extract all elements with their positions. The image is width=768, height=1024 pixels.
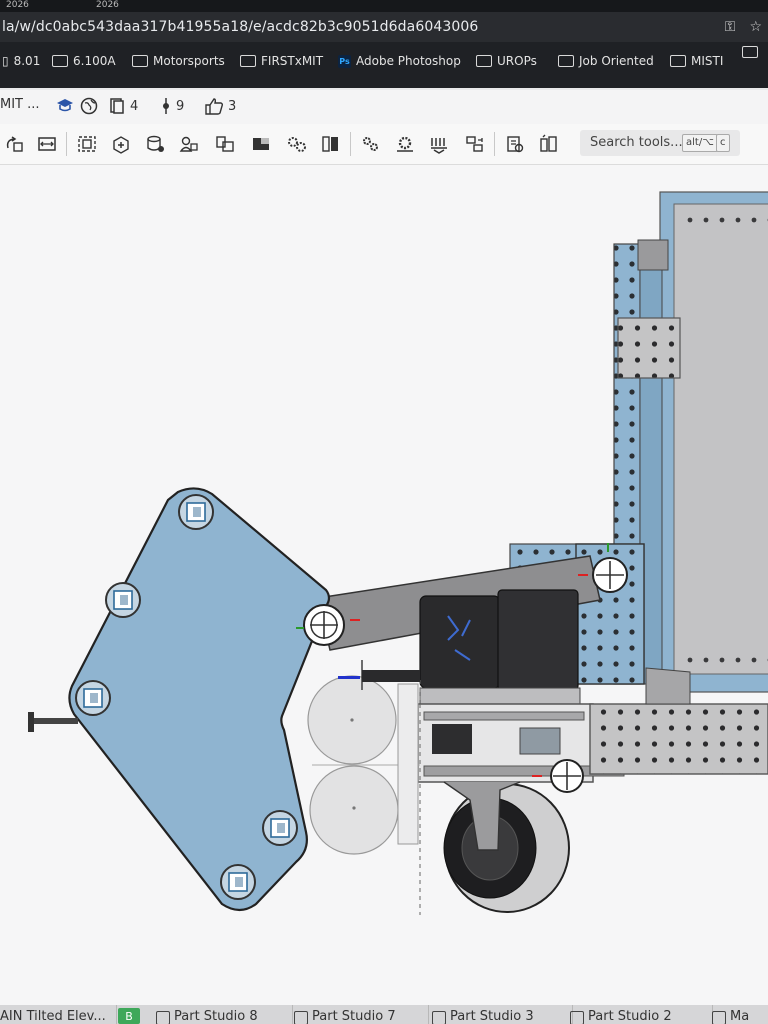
fit-tool-icon[interactable] [36, 134, 58, 154]
versions-count: 4 [130, 98, 139, 114]
insert-part-icon[interactable] [110, 134, 132, 154]
document-header: MIT ... 4 9 3 [0, 90, 768, 125]
intake-rollers[interactable] [307, 660, 421, 915]
shortcut-key-alt: alt/⌥ [682, 134, 718, 152]
browser-tab[interactable]: 2026 [6, 0, 29, 12]
mass-properties-icon[interactable] [538, 134, 560, 154]
bookmark-label: 8.01 [13, 54, 41, 68]
folder-icon [240, 55, 256, 67]
bookmark-8-01[interactable]: ▯ 8.01 [2, 46, 40, 76]
versions-icon [110, 98, 124, 114]
globe-icon[interactable] [80, 97, 98, 115]
tab-label: Ma [730, 1009, 750, 1024]
tab-label: Part Studio 2 [588, 1009, 672, 1024]
tab-label: Part Studio 3 [450, 1009, 534, 1024]
search-tools-label: Search tools... [590, 135, 683, 150]
bookmark-urops[interactable]: UROPs [476, 46, 537, 76]
browser-tab[interactable]: 2026 [96, 0, 119, 12]
bookmark-more[interactable] [742, 46, 758, 58]
branches-button[interactable]: 9 [160, 97, 184, 115]
document-tabs: AIN Tilted Elev... B Part Studio 8 Part … [0, 1005, 768, 1024]
likes-count: 3 [228, 98, 237, 114]
linear-pattern-icon[interactable] [360, 134, 382, 154]
tab-more[interactable]: Ma [706, 1005, 768, 1024]
bookmark-firstxmit[interactable]: FIRSTxMIT [240, 46, 323, 76]
branches-count: 9 [176, 98, 185, 114]
branch-icon [163, 98, 169, 114]
bookmarks-bar: ▯ 8.01 6.100A Motorsports FIRSTxMIT Ps A… [0, 46, 768, 76]
part-studio-icon [294, 1011, 308, 1024]
bookmark-misti[interactable]: MISTI [670, 46, 723, 76]
versions-button[interactable]: 4 [108, 97, 138, 115]
mate-connector-icon[interactable] [178, 134, 200, 154]
document-title-text: MIT ... [0, 97, 40, 112]
explode-view-icon[interactable] [464, 134, 486, 154]
tab-label: Part Studio 8 [174, 1009, 258, 1024]
part-studio-icon [432, 1011, 446, 1024]
page-icon: ▯ [2, 54, 9, 68]
folder-icon [132, 55, 148, 67]
bookmark-label: UROPs [497, 54, 537, 68]
gear-relation-icon[interactable] [286, 134, 308, 154]
photoshop-icon: Ps [338, 54, 351, 68]
replicate-icon[interactable] [320, 134, 342, 154]
bookmark-adobe-photoshop[interactable]: Ps Adobe Photoshop [338, 46, 461, 76]
folder-icon [52, 55, 68, 67]
tab-part-studio-2[interactable]: Part Studio 2 [564, 1005, 713, 1024]
bookmark-label: Job Oriented [579, 54, 654, 68]
folder-icon [476, 55, 492, 67]
thumbs-up-icon [205, 98, 224, 115]
bookmark-6-100a[interactable]: 6.100A [52, 46, 116, 76]
measure-icon[interactable] [504, 134, 526, 154]
bookmark-label: 6.100A [73, 54, 116, 68]
bookmark-label: FIRSTxMIT [261, 54, 324, 68]
key-icon[interactable]: ⚿ [725, 19, 736, 35]
cylinder-tool-icon[interactable] [144, 134, 166, 154]
folder-icon [558, 55, 574, 67]
search-tools-input[interactable]: Search tools... alt/⌥ c [580, 130, 740, 156]
tab-strip: 2026 2026 [0, 0, 768, 12]
hex-shaft [28, 712, 78, 732]
tab-part-studio-8[interactable]: Part Studio 8 [150, 1005, 293, 1024]
education-icon[interactable] [56, 97, 74, 113]
bookmark-job-oriented[interactable]: Job Oriented [558, 46, 654, 76]
tab-label: Part Studio 7 [312, 1009, 396, 1024]
tab-part-studio-3[interactable]: Part Studio 3 [426, 1005, 573, 1024]
rotate-tool-icon[interactable] [4, 134, 26, 154]
section-view-icon[interactable] [76, 134, 98, 154]
circular-pattern-icon[interactable] [394, 134, 416, 154]
drive-wheel[interactable] [443, 781, 570, 913]
folder-icon [670, 55, 686, 67]
document-title[interactable]: MIT ... [0, 97, 40, 112]
shortcut-key-c: c [716, 134, 730, 152]
like-button[interactable]: 3 [204, 97, 236, 115]
bookmark-label: Motorsports [153, 54, 225, 68]
url-text[interactable]: la/w/dc0abc543daa317b41955a18/e/acdc82b3… [2, 12, 478, 42]
fastened-mate-icon[interactable] [214, 134, 236, 154]
tab-label: AIN Tilted Elev... [0, 1009, 106, 1024]
revolute-mate-icon[interactable] [250, 134, 272, 154]
folder-icon [742, 46, 758, 58]
tab-overflow-icon [712, 1011, 726, 1024]
feature-toolbar: Search tools... alt/⌥ c [0, 124, 768, 165]
star-icon[interactable]: ☆ [749, 19, 762, 35]
part-studio-icon [570, 1011, 584, 1024]
assembly-badge-icon: B [118, 1008, 140, 1024]
group-tool-icon[interactable] [428, 134, 450, 154]
part-studio-icon [156, 1011, 170, 1024]
bookmark-motorsports[interactable]: Motorsports [132, 46, 225, 76]
bookmark-label: MISTI [691, 54, 724, 68]
gearbox-assembly[interactable] [419, 589, 581, 705]
graphics-area[interactable] [0, 165, 768, 1005]
assembly-model-view[interactable] [0, 165, 768, 1005]
address-bar[interactable]: la/w/dc0abc543daa317b41955a18/e/acdc82b3… [0, 12, 768, 42]
tab-tilted-elevator[interactable]: AIN Tilted Elev... [0, 1005, 117, 1024]
bookmark-label: Adobe Photoshop [356, 54, 461, 68]
tab-part-studio-7[interactable]: Part Studio 7 [288, 1005, 429, 1024]
browser-chrome: 2026 2026 la/w/dc0abc543daa317b41955a18/… [0, 0, 768, 88]
